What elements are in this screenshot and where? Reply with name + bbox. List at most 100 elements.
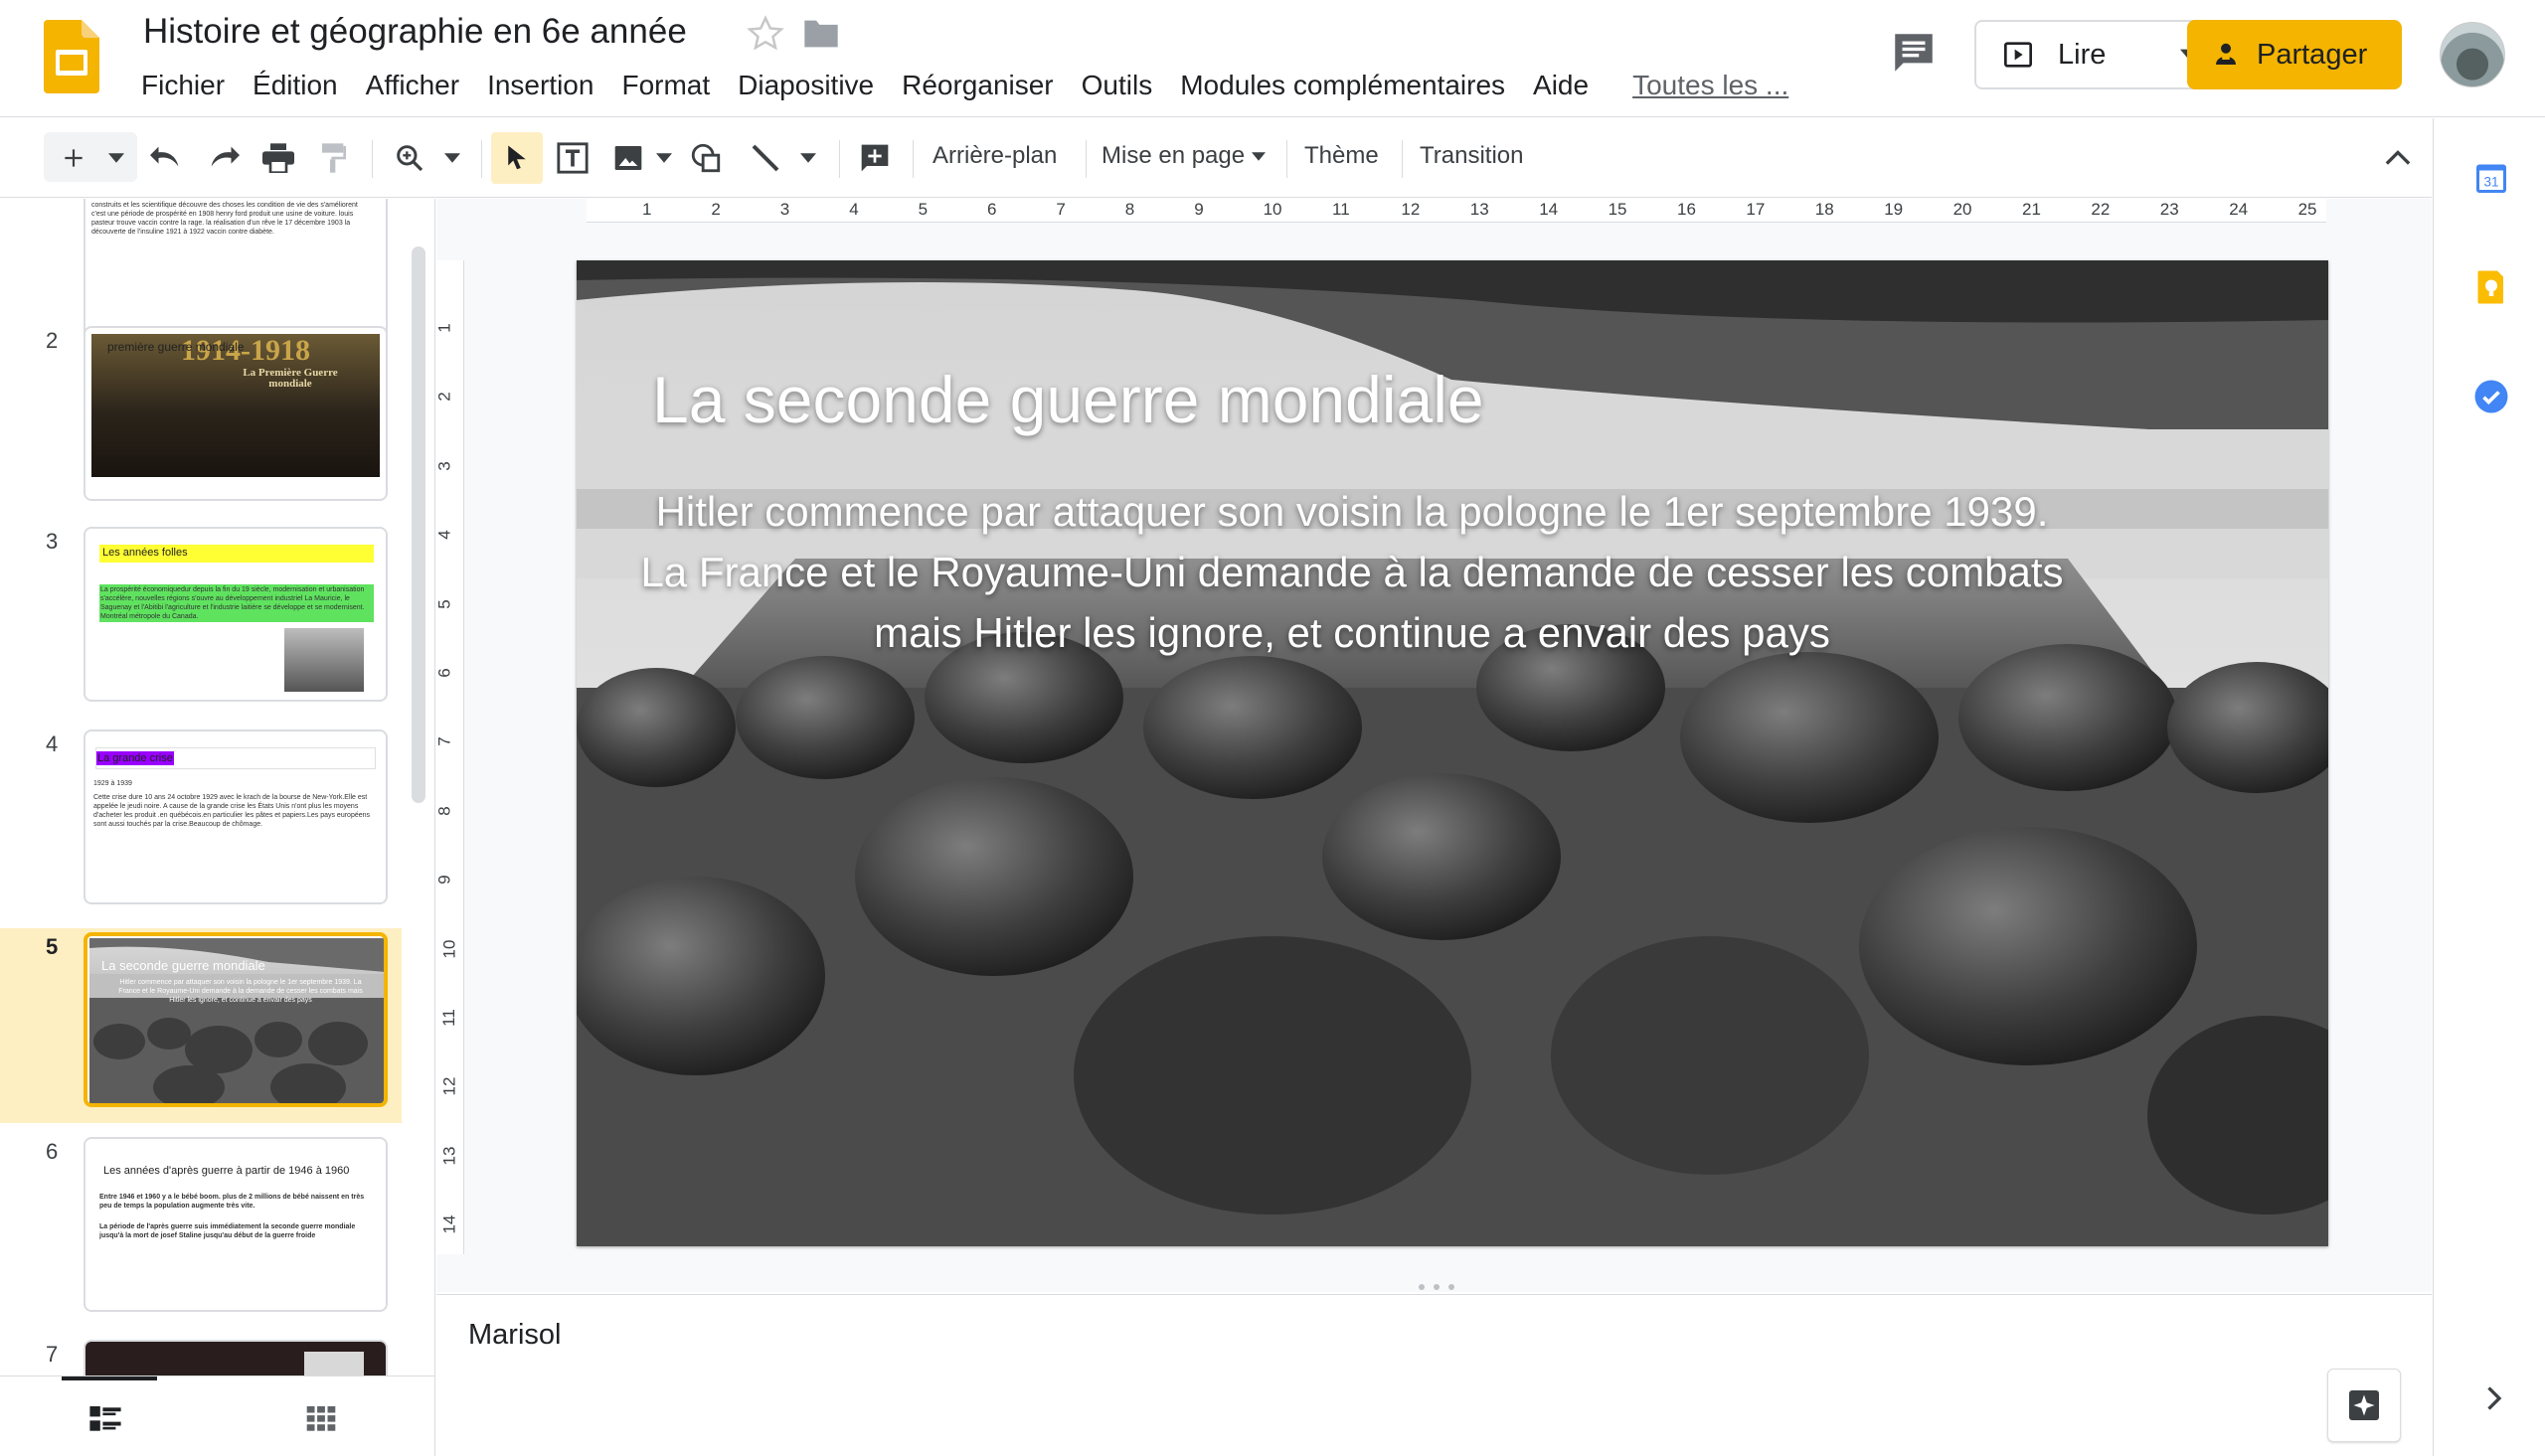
slide-title[interactable]: La seconde guerre mondiale [652, 362, 1484, 437]
keep-icon[interactable] [2473, 269, 2509, 305]
menu-help[interactable]: Aide [1533, 70, 1603, 105]
ruler-tick-label: 14 [1539, 200, 1559, 219]
slide-thumbnail-2[interactable]: 1914-1918 La Première Guerre mondiale pr… [84, 326, 388, 501]
collapse-toolbar-button[interactable] [2376, 136, 2420, 180]
ruler-tick-label: 19 [1884, 200, 1904, 219]
share-button[interactable]: Partager [2187, 20, 2402, 89]
chevron-down-icon [444, 153, 460, 163]
ruler-tick-label: 7 [434, 736, 454, 747]
new-slide-button[interactable] [52, 136, 95, 180]
new-slide-layout-dropdown[interactable] [99, 136, 133, 180]
image-icon [614, 146, 642, 170]
slide-number-5: 5 [46, 934, 59, 959]
tasks-icon[interactable] [2473, 379, 2509, 414]
menu-insert[interactable]: Insertion [487, 70, 607, 105]
ruler-tick-label: 21 [2022, 200, 2041, 219]
ruler-tick-label: 23 [2159, 200, 2179, 219]
insert-image-dropdown[interactable] [650, 136, 678, 180]
svg-text:31: 31 [2483, 174, 2498, 189]
calendar-icon[interactable]: 31 [2473, 160, 2509, 196]
filmstrip-scrollbar[interactable] [412, 246, 425, 803]
explore-icon [2349, 1390, 2379, 1420]
select-tool-button[interactable] [491, 132, 543, 184]
line-dropdown[interactable] [791, 136, 825, 180]
text-box-button[interactable] [551, 136, 594, 180]
chevron-up-icon [2385, 150, 2411, 165]
undo-button[interactable] [145, 136, 189, 180]
account-avatar[interactable] [2440, 22, 2505, 87]
chevron-down-icon [800, 153, 816, 163]
ruler-tick-label: 3 [779, 200, 790, 219]
slide-thumbnail-5[interactable]: La seconde guerre mondiale Hitler commen… [84, 932, 388, 1107]
thumbnail-6-body-2: La période de l'après guerre suis immédi… [99, 1223, 356, 1239]
vertical-ruler[interactable]: 1 2 3 4 5 6 7 8 9 10 11 12 13 14 [434, 260, 464, 1254]
slide-thumbnail-4[interactable]: La grande crise 1929 à 1939 Cette crise … [84, 729, 388, 904]
transition-button[interactable]: Transition [1420, 142, 1523, 170]
slides-logo-icon[interactable] [44, 20, 99, 93]
line-button[interactable] [744, 136, 787, 180]
horizontal-ruler[interactable]: 1 2 3 4 5 6 7 8 9 10 11 12 13 14 15 16 17 18 19 20 21 22 23 24 2… [587, 199, 2326, 223]
ruler-tick-label: 24 [2229, 200, 2249, 219]
present-button[interactable]: Lire [1974, 20, 2169, 89]
present-label: Lire [2058, 38, 2107, 71]
zoom-dropdown[interactable] [435, 136, 469, 180]
zoom-button[interactable] [388, 136, 431, 180]
menu-view[interactable]: Afficher [366, 70, 473, 105]
menu-file[interactable]: Fichier [141, 70, 239, 105]
ruler-tick-label: 7 [1056, 200, 1066, 219]
slide-number-4: 4 [46, 731, 59, 756]
speaker-notes-text[interactable]: Marisol [468, 1319, 561, 1352]
document-title[interactable]: Histoire et géographie en 6e année [143, 12, 687, 52]
thumbnail-2-title: première guerre mondiale [107, 340, 245, 354]
cursor-arrow-icon [508, 145, 526, 170]
menu-arrange[interactable]: Réorganiser [902, 70, 1068, 105]
insert-comment-button[interactable] [853, 136, 897, 180]
slide-canvas[interactable]: La seconde guerre mondiale Hitler commen… [577, 260, 2328, 1246]
thumbnail-1-text: construits et les scientifique découvre … [91, 202, 358, 236]
slide-body-text[interactable]: Hitler commence par attaquer son voisin … [636, 481, 2068, 663]
active-view-indicator [62, 1376, 157, 1380]
notes-resize-handle[interactable] [1412, 1282, 1461, 1292]
shape-icon [691, 143, 721, 173]
background-button[interactable]: Arrière-plan [933, 142, 1057, 170]
ruler-tick-label: 12 [1401, 200, 1421, 219]
print-icon [262, 143, 294, 173]
print-button[interactable] [256, 136, 300, 180]
paint-format-button[interactable] [312, 136, 356, 180]
thumbnail-2-subcaption: La Première Guerre mondiale [243, 367, 338, 390]
ruler-tick-label: 18 [1814, 200, 1834, 219]
grid-view-icon[interactable] [306, 1406, 336, 1432]
ruler-tick-label: 1 [434, 323, 454, 333]
shape-button[interactable] [684, 136, 728, 180]
menu-slide[interactable]: Diapositive [738, 70, 888, 105]
slide-thumbnail-3[interactable]: Les années folles La prospérité économiq… [84, 527, 388, 702]
expand-side-panel-icon[interactable] [2475, 1380, 2511, 1416]
paint-format-icon [322, 143, 346, 173]
add-comment-icon [861, 144, 889, 172]
slide-thumbnail-1[interactable]: construits et les scientifique découvre … [84, 199, 388, 344]
comments-icon[interactable] [1889, 28, 1939, 78]
menu-tools[interactable]: Outils [1082, 70, 1167, 105]
filmstrip-view-icon[interactable] [89, 1406, 121, 1432]
folder-icon[interactable] [801, 16, 841, 52]
thumbnail-6-body-1: Entre 1946 et 1960 y a le bébé boom. plu… [99, 1194, 365, 1210]
menu-addons[interactable]: Modules complémentaires [1180, 70, 1519, 105]
chevron-down-icon [108, 153, 124, 163]
toolbar-divider [1402, 140, 1403, 178]
slide-thumbnail-6[interactable]: Les années d'après guerre à partir de 19… [84, 1137, 388, 1312]
insert-image-button[interactable] [606, 136, 650, 180]
last-edit-link[interactable]: Toutes les ... [1632, 70, 1802, 105]
star-icon[interactable] [746, 14, 785, 54]
layout-button[interactable]: Mise en page [1102, 142, 1266, 170]
redo-button[interactable] [201, 136, 245, 180]
ruler-tick-label: 25 [2297, 200, 2317, 219]
menu-edit[interactable]: Édition [253, 70, 352, 105]
present-icon [2004, 42, 2032, 68]
menu-format[interactable]: Format [621, 70, 724, 105]
toolbar-divider [1286, 140, 1287, 178]
ruler-tick-label: 17 [1746, 200, 1766, 219]
speaker-notes-panel[interactable]: Marisol [436, 1294, 2432, 1456]
theme-button[interactable]: Thème [1304, 142, 1379, 170]
explore-button[interactable] [2327, 1369, 2401, 1442]
ruler-tick-label: 20 [1952, 200, 1972, 219]
